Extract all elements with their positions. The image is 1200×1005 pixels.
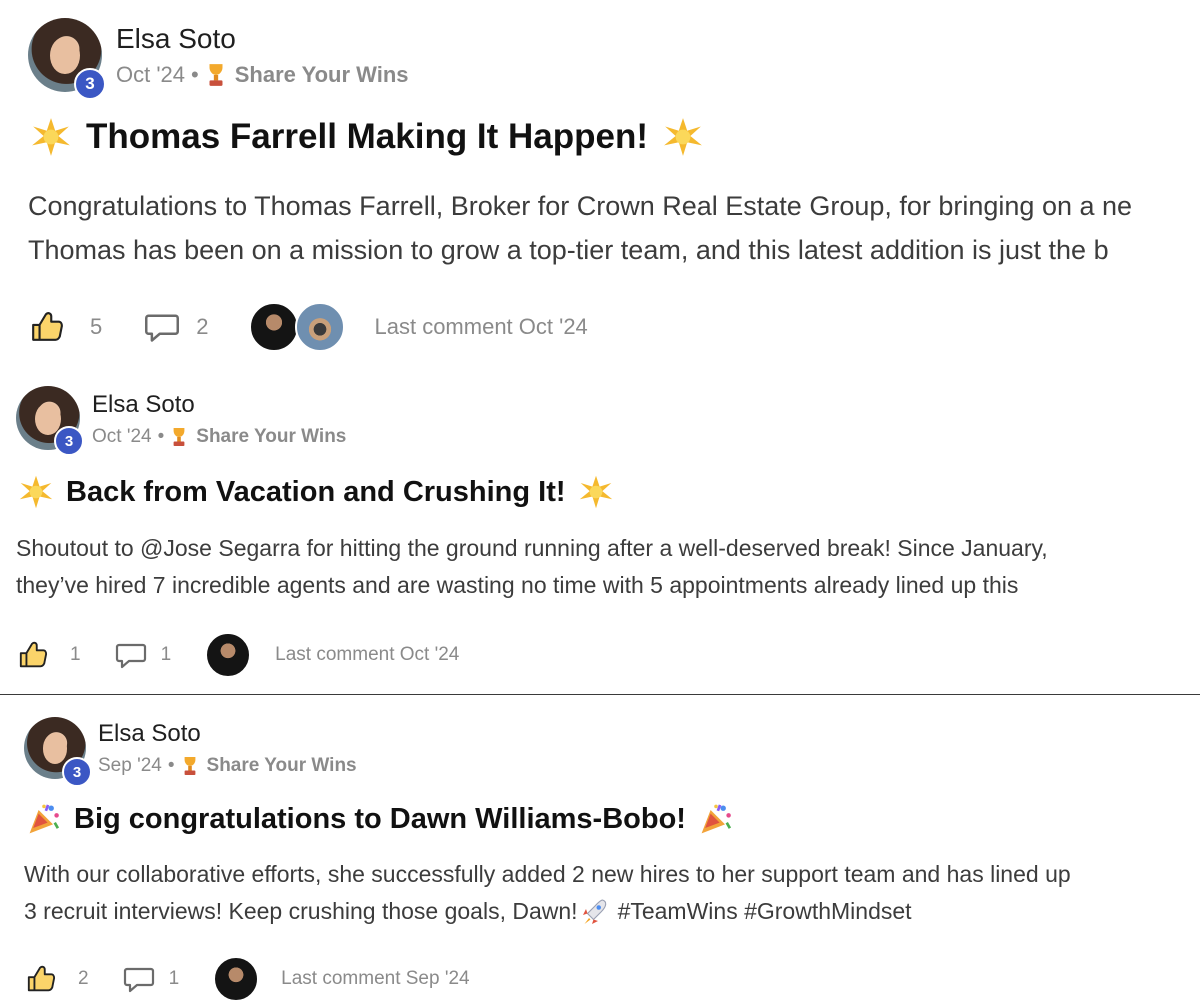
post-card[interactable]: 3 Elsa Soto Oct '24 • Share Your Wins Ba… [0,362,1200,694]
rocket-icon [580,897,610,927]
like-count: 1 [70,644,81,665]
author-avatar[interactable]: 3 [28,18,106,100]
last-comment-text: Last comment Sep '24 [281,968,470,989]
author-avatar[interactable]: 3 [16,386,84,456]
post-category[interactable]: Share Your Wins [235,62,409,88]
meta-separator: • [167,755,175,776]
meta-separator: • [191,62,199,87]
sparkle-icon [30,116,72,158]
post-author-row: 3 Elsa Soto Sep '24 • Share Your Wins [24,717,357,787]
sparkle-icon [662,116,704,158]
post-date: Sep '24 [98,755,162,776]
meta-separator: • [157,426,165,447]
trophy-icon [205,62,227,88]
level-badge: 3 [62,757,92,787]
level-badge: 3 [74,68,106,100]
post-body-line: Thomas has been on a mission to grow a t… [28,235,1109,265]
post-body: With our collaborative efforts, she succ… [24,856,1071,930]
post-body: Shoutout to @Jose Segarra for hitting th… [16,530,1048,604]
comment-icon[interactable] [123,963,155,995]
post-date: Oct '24 [116,62,186,87]
sparkle-icon [578,474,614,510]
commenter-avatar[interactable] [205,632,252,678]
post-author-row: 3 Elsa Soto Oct '24 • Share Your Wins [16,386,346,456]
like-count: 2 [78,968,89,989]
author-avatar[interactable]: 3 [24,717,92,787]
post-body-line: Shoutout to @Jose Segarra for hitting th… [16,535,1048,561]
author-name[interactable]: Elsa Soto [116,22,409,56]
last-comment-text: Last comment Oct '24 [374,314,588,339]
post-date: Oct '24 [92,426,152,447]
like-count: 5 [90,314,103,339]
comment-count: 1 [160,644,172,665]
post-card[interactable]: 3 Elsa Soto Oct '24 • Share Your Wins Th… [0,0,1200,362]
trophy-icon [170,426,188,448]
commenter-avatar[interactable] [248,302,299,352]
post-footer: 2 1 Last comment Sep '24 [26,956,470,1002]
post-body-line: 3 recruit interviews! Keep crushing thos… [24,898,578,924]
post-title[interactable]: Big congratulations to Dawn Williams-Bob… [26,801,734,837]
post-footer: 5 2 Last comment Oct '24 [30,302,588,352]
last-comment-text: Last comment Oct '24 [275,644,460,665]
party-popper-icon [698,801,734,837]
post-body-line: With our collaborative efforts, she succ… [24,861,1071,887]
post-hashtags[interactable]: #TeamWins #GrowthMindset [618,893,912,930]
post-body-line: Congratulations to Thomas Farrell, Broke… [28,191,1133,221]
trophy-icon [181,755,199,777]
commenter-avatar[interactable] [294,302,345,352]
author-name[interactable]: Elsa Soto [98,719,357,749]
post-card[interactable]: 3 Elsa Soto Sep '24 • Share Your Wins Bi… [0,695,1200,1005]
comment-icon[interactable] [115,639,147,671]
comment-icon[interactable] [144,309,180,345]
post-title[interactable]: Back from Vacation and Crushing It! [18,474,614,510]
like-icon[interactable] [30,310,64,344]
comment-count: 2 [196,314,209,339]
like-icon[interactable] [26,964,56,994]
post-category[interactable]: Share Your Wins [196,426,346,448]
party-popper-icon [26,801,62,837]
post-body: Congratulations to Thomas Farrell, Broke… [28,184,1132,272]
post-footer: 1 1 Last comment Oct '24 [18,632,459,678]
post-author-row: 3 Elsa Soto Oct '24 • Share Your Wins [28,18,409,100]
post-title[interactable]: Thomas Farrell Making It Happen! [30,116,704,158]
like-icon[interactable] [18,640,48,670]
commenter-avatar[interactable] [213,956,260,1002]
sparkle-icon [18,474,54,510]
comment-count: 1 [168,968,180,989]
post-category[interactable]: Share Your Wins [207,755,357,777]
post-body-line: they’ve hired 7 incredible agents and ar… [16,572,1019,598]
author-name[interactable]: Elsa Soto [92,390,346,420]
level-badge: 3 [54,426,84,456]
